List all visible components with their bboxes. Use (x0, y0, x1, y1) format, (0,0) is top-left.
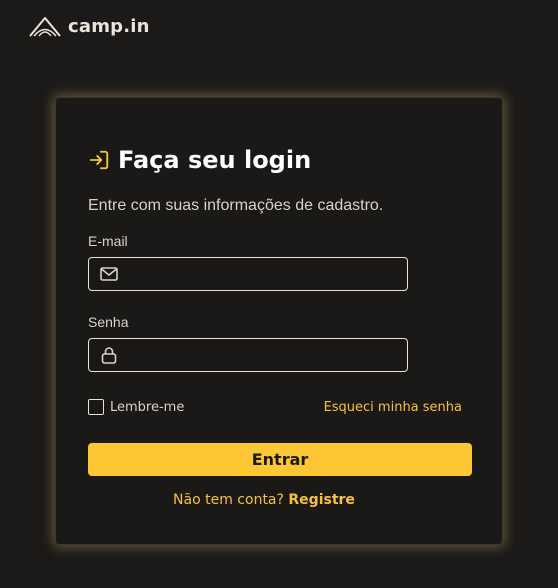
password-label: Senha (88, 314, 129, 330)
email-field-container (88, 257, 408, 291)
page-title: Faça seu login (118, 146, 312, 174)
remember-me-label[interactable]: Lembre-me (110, 400, 184, 415)
forgot-password-link[interactable]: Esqueci minha senha (324, 400, 462, 415)
email-label: E-mail (88, 233, 128, 249)
signup-link[interactable]: Registre (288, 492, 355, 508)
email-input[interactable] (119, 266, 407, 282)
tent-icon (28, 15, 62, 37)
remember-me[interactable]: Lembre-me (88, 399, 184, 415)
mail-icon (99, 264, 119, 284)
remember-me-checkbox[interactable] (88, 399, 104, 415)
login-card: Faça seu login Entre com suas informaçõe… (55, 97, 503, 545)
signup-prompt-text: Não tem conta? (173, 492, 284, 508)
login-subtitle: Entre com suas informações de cadastro. (88, 197, 384, 214)
sign-in-icon (88, 149, 110, 171)
brand-name: camp.in (68, 15, 150, 37)
signup-prompt: Não tem conta? Registre (56, 492, 472, 508)
brand-logo[interactable]: camp.in (28, 15, 150, 37)
login-header: Faça seu login (88, 146, 311, 174)
password-input[interactable] (119, 347, 407, 363)
password-field-container (88, 338, 408, 372)
login-button[interactable]: Entrar (88, 443, 472, 476)
lock-icon (99, 345, 119, 365)
